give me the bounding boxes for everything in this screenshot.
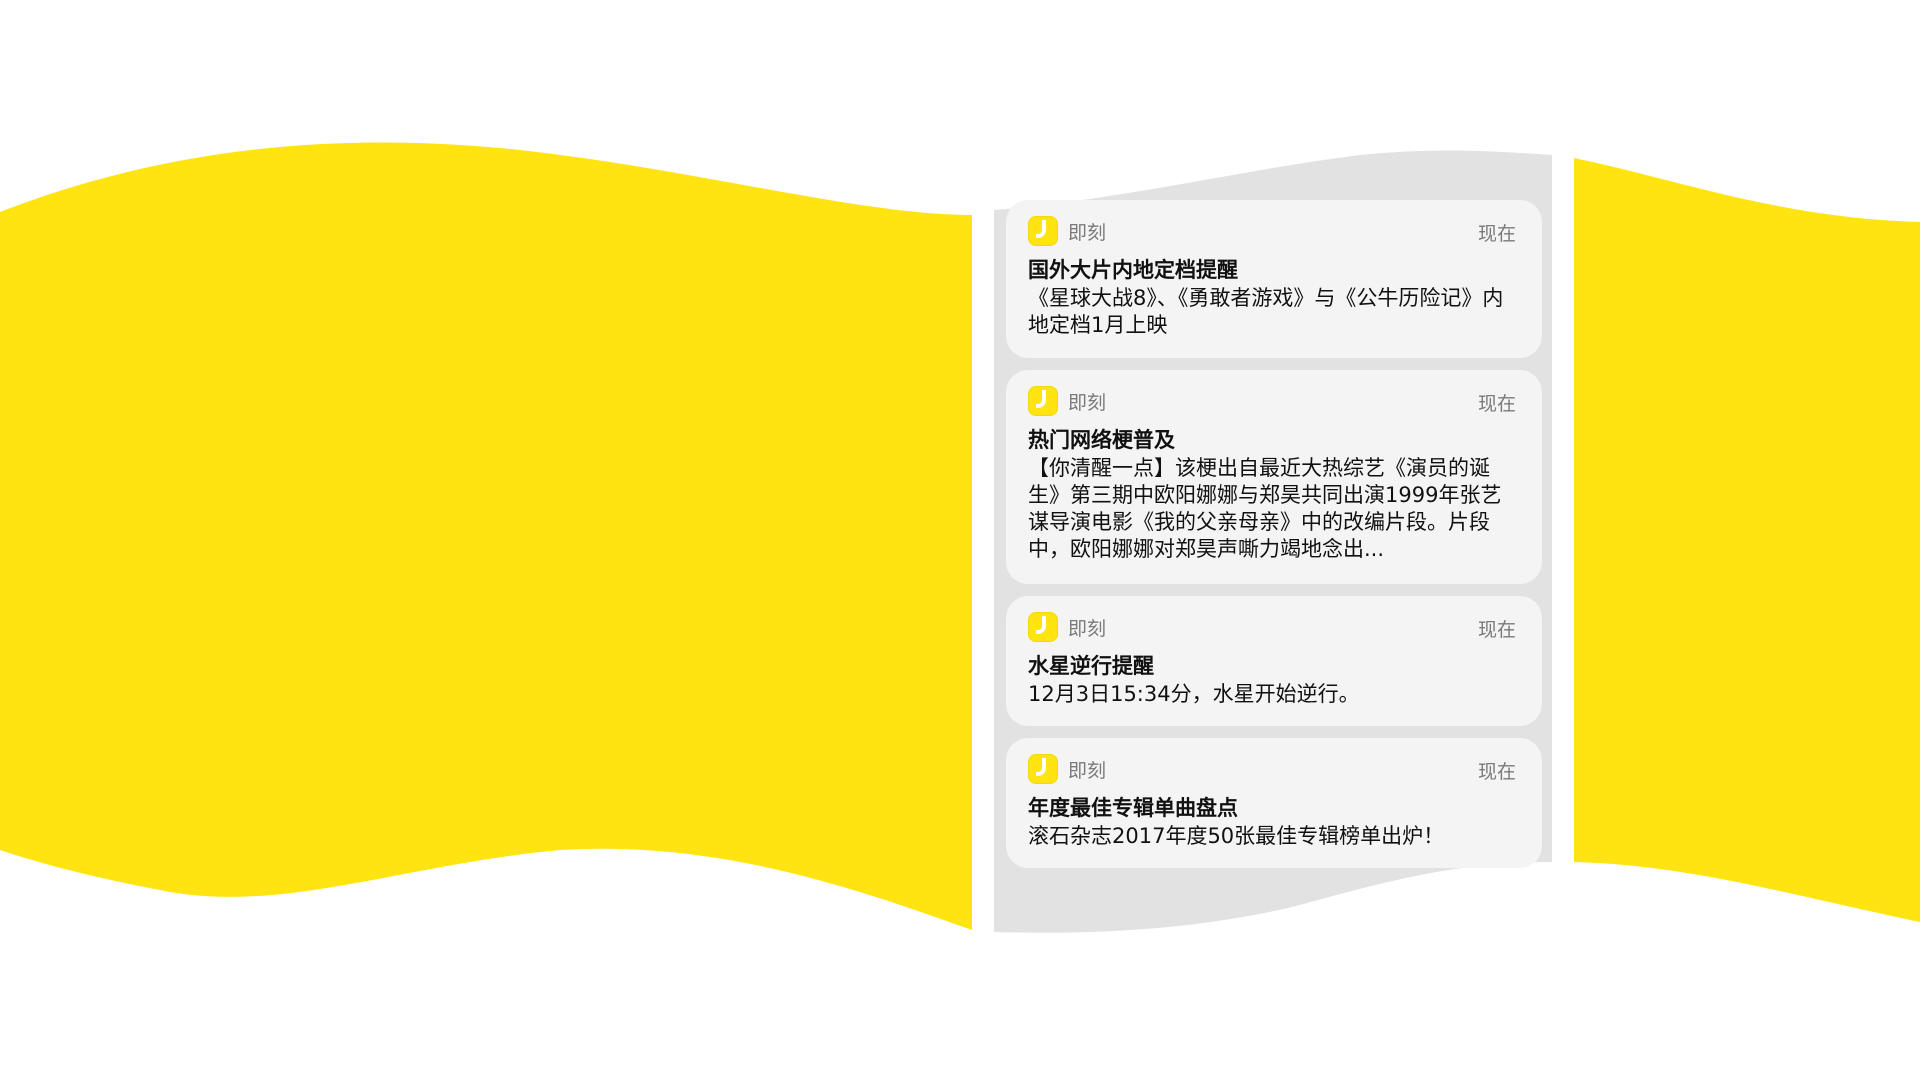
notification-header: 即刻 现在 (1028, 610, 1520, 644)
jike-app-icon (1028, 216, 1058, 246)
notification-body: 12月3日15:34分，水星开始逆行。 (1028, 682, 1360, 706)
notification-card[interactable]: 即刻 现在 年度最佳专辑单曲盘点 滚石杂志2017年度50张最佳专辑榜单出炉！ (1006, 738, 1542, 868)
app-name: 即刻 (1068, 391, 1107, 414)
notification-body: 【你清醒一点】该梗出自最近大热综艺《演员的诞生》第三期中欧阳娜娜与郑昊共同出演1… (1028, 456, 1502, 561)
app-name: 即刻 (1068, 759, 1107, 782)
notification-time: 现在 (1477, 761, 1516, 783)
notification-title: 热门网络梗普及 (1028, 428, 1175, 452)
notification-card[interactable]: 即刻 现在 国外大片内地定档提醒 《星球大战8》、《勇敢者游戏》与《公牛历险记》… (1006, 200, 1542, 358)
app-name: 即刻 (1068, 617, 1107, 640)
notification-header: 即刻 现在 (1028, 214, 1520, 248)
jike-app-icon (1028, 386, 1058, 416)
app-name: 即刻 (1068, 221, 1107, 244)
jike-app-icon (1028, 612, 1058, 642)
canvas: 即刻 现在 国外大片内地定档提醒 《星球大战8》、《勇敢者游戏》与《公牛历险记》… (0, 0, 1920, 1080)
notification-header: 即刻 现在 (1028, 752, 1520, 786)
notification-header: 即刻 现在 (1028, 384, 1520, 418)
notification-title: 水星逆行提醒 (1028, 654, 1154, 678)
background-waves (0, 142, 1920, 933)
right-yellow-wave (1574, 158, 1920, 922)
notification-time: 现在 (1477, 619, 1516, 641)
notification-body: 滚石杂志2017年度50张最佳专辑榜单出炉！ (1028, 824, 1445, 848)
notification-title: 年度最佳专辑单曲盘点 (1028, 796, 1238, 820)
notification-card[interactable]: 即刻 现在 热门网络梗普及 【你清醒一点】该梗出自最近大热综艺《演员的诞生》第三… (1006, 370, 1542, 584)
jike-app-icon (1028, 754, 1058, 784)
notification-title: 国外大片内地定档提醒 (1028, 258, 1238, 282)
notification-time: 现在 (1477, 393, 1516, 415)
left-yellow-wave (0, 142, 972, 931)
notification-card[interactable]: 即刻 现在 水星逆行提醒 12月3日15:34分，水星开始逆行。 (1006, 596, 1542, 726)
notification-time: 现在 (1477, 223, 1516, 245)
notification-body: 《星球大战8》、《勇敢者游戏》与《公牛历险记》内地定档1月上映 (1028, 286, 1504, 337)
